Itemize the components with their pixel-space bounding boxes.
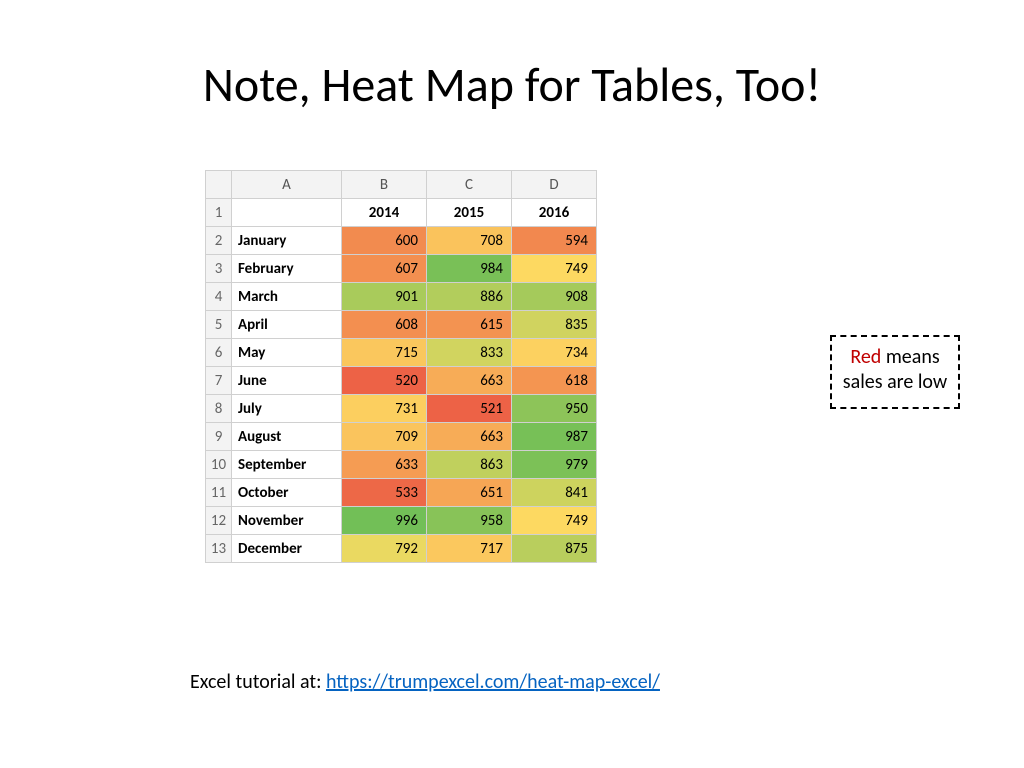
value-cell: 709 (342, 423, 427, 451)
year-header: 2015 (427, 199, 512, 227)
value-cell: 984 (427, 255, 512, 283)
value-cell: 594 (512, 227, 597, 255)
column-letter-row: A B C D (206, 171, 597, 199)
value-cell: 618 (512, 367, 597, 395)
table-row: 6May715833734 (206, 339, 597, 367)
month-cell: September (232, 451, 342, 479)
col-letter: D (512, 171, 597, 199)
table-row: 2January600708594 (206, 227, 597, 255)
col-letter: A (232, 171, 342, 199)
year-header: 2014 (342, 199, 427, 227)
table-row: 8July731521950 (206, 395, 597, 423)
month-cell: July (232, 395, 342, 423)
month-cell: February (232, 255, 342, 283)
row-number: 3 (206, 255, 232, 283)
value-cell: 715 (342, 339, 427, 367)
row-number: 10 (206, 451, 232, 479)
month-cell: May (232, 339, 342, 367)
col-letter: C (427, 171, 512, 199)
table-row: 4March901886908 (206, 283, 597, 311)
month-cell: June (232, 367, 342, 395)
select-all-corner (206, 171, 232, 199)
value-cell: 615 (427, 311, 512, 339)
row-number: 1 (206, 199, 232, 227)
table-row: 3February607984749 (206, 255, 597, 283)
value-cell: 908 (512, 283, 597, 311)
year-header: 2016 (512, 199, 597, 227)
value-cell: 749 (512, 507, 597, 535)
month-cell: March (232, 283, 342, 311)
value-cell: 863 (427, 451, 512, 479)
value-cell: 663 (427, 367, 512, 395)
value-cell: 996 (342, 507, 427, 535)
table-row: 13December792717875 (206, 535, 597, 563)
row-number: 5 (206, 311, 232, 339)
value-cell: 708 (427, 227, 512, 255)
row-number: 4 (206, 283, 232, 311)
row-number: 13 (206, 535, 232, 563)
value-cell: 608 (342, 311, 427, 339)
month-cell: January (232, 227, 342, 255)
value-cell: 979 (512, 451, 597, 479)
value-cell: 875 (512, 535, 597, 563)
value-cell: 521 (427, 395, 512, 423)
value-cell: 835 (512, 311, 597, 339)
value-cell: 533 (342, 479, 427, 507)
credit-link[interactable]: https://trumpexcel.com/heat-map-excel/ (326, 670, 660, 694)
row-number: 6 (206, 339, 232, 367)
table-row: 12November996958749 (206, 507, 597, 535)
month-cell: August (232, 423, 342, 451)
value-cell: 651 (427, 479, 512, 507)
legend-red-word: Red (850, 345, 881, 369)
row-number: 8 (206, 395, 232, 423)
value-cell: 749 (512, 255, 597, 283)
value-cell: 607 (342, 255, 427, 283)
value-cell: 520 (342, 367, 427, 395)
value-cell: 792 (342, 535, 427, 563)
table-row: 5April608615835 (206, 311, 597, 339)
row-number: 12 (206, 507, 232, 535)
value-cell: 717 (427, 535, 512, 563)
row-number: 11 (206, 479, 232, 507)
value-cell: 663 (427, 423, 512, 451)
value-cell: 731 (342, 395, 427, 423)
table-row: 10September633863979 (206, 451, 597, 479)
month-cell: April (232, 311, 342, 339)
row-number: 9 (206, 423, 232, 451)
value-cell: 833 (427, 339, 512, 367)
slide-title: Note, Heat Map for Tables, Too! (0, 55, 1024, 114)
credit-line: Excel tutorial at: https://trumpexcel.co… (190, 670, 660, 694)
col-letter: B (342, 171, 427, 199)
month-cell: October (232, 479, 342, 507)
value-cell: 841 (512, 479, 597, 507)
legend-annotation: Red means sales are low (830, 335, 960, 409)
table-row: 1 201420152016 (206, 199, 597, 227)
value-cell: 901 (342, 283, 427, 311)
row-number: 2 (206, 227, 232, 255)
heatmap-table: A B C D 12014201520162January6007085943F… (205, 170, 597, 563)
table-row: 9August709663987 (206, 423, 597, 451)
value-cell: 633 (342, 451, 427, 479)
cell (232, 199, 342, 227)
credit-prefix: Excel tutorial at: (190, 670, 326, 694)
value-cell: 987 (512, 423, 597, 451)
value-cell: 950 (512, 395, 597, 423)
table-row: 11October533651841 (206, 479, 597, 507)
month-cell: December (232, 535, 342, 563)
value-cell: 600 (342, 227, 427, 255)
table-row: 7June520663618 (206, 367, 597, 395)
value-cell: 886 (427, 283, 512, 311)
value-cell: 958 (427, 507, 512, 535)
month-cell: November (232, 507, 342, 535)
value-cell: 734 (512, 339, 597, 367)
row-number: 7 (206, 367, 232, 395)
